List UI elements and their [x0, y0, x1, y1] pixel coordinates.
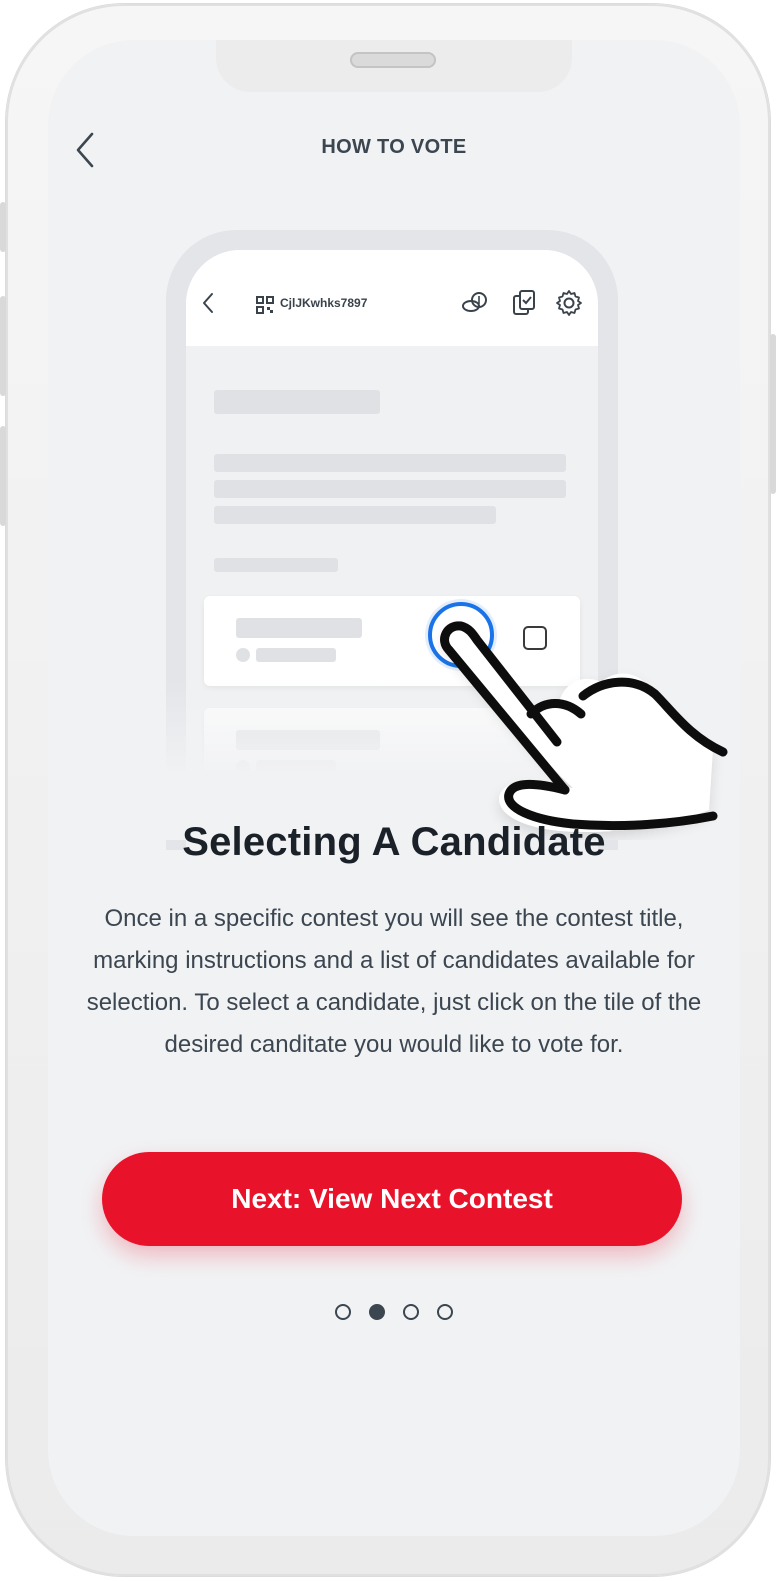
phone-frame: HOW TO VOTE CjlJKwhks7897 Selecting A Ca…	[0, 4, 776, 1576]
side-button-volume-up	[0, 296, 6, 396]
chevron-left-icon	[203, 293, 213, 313]
side-button-power	[770, 334, 776, 494]
pagination-dots	[48, 1304, 740, 1320]
page-dot-2[interactable]	[369, 1304, 385, 1320]
step-description: Once in a specific contest you will see …	[86, 905, 702, 1058]
next-contest-button[interactable]: Next: View Next Contest	[102, 1152, 682, 1246]
page-dot-3[interactable]	[403, 1304, 419, 1320]
illustration-header: CjlJKwhks7897	[186, 250, 598, 346]
coins-icon	[462, 292, 487, 312]
phone-notch	[216, 40, 572, 92]
page-dot-4[interactable]	[437, 1304, 453, 1320]
placeholder-dot	[236, 648, 250, 662]
speaker-grille	[350, 52, 436, 68]
qr-code-icon	[256, 296, 274, 314]
page-dot-1[interactable]	[335, 1304, 351, 1320]
placeholder-line	[214, 454, 566, 472]
step-title: Selecting A Candidate	[182, 820, 606, 864]
placeholder-line	[214, 506, 496, 524]
pointing-hand-icon	[440, 621, 728, 832]
app-screen: HOW TO VOTE CjlJKwhks7897 Selecting A Ca…	[48, 40, 740, 1536]
placeholder-title	[214, 390, 380, 414]
placeholder-label	[214, 558, 338, 572]
side-button-silent	[0, 202, 6, 252]
ballot-code: CjlJKwhks7897	[280, 296, 368, 310]
gear-icon	[556, 290, 582, 316]
placeholder-line	[214, 480, 566, 498]
ballot-icon	[513, 290, 535, 315]
placeholder-party	[256, 648, 336, 662]
side-button-volume-down	[0, 426, 6, 526]
page-title: HOW TO VOTE	[321, 136, 467, 158]
placeholder-name	[236, 618, 362, 638]
